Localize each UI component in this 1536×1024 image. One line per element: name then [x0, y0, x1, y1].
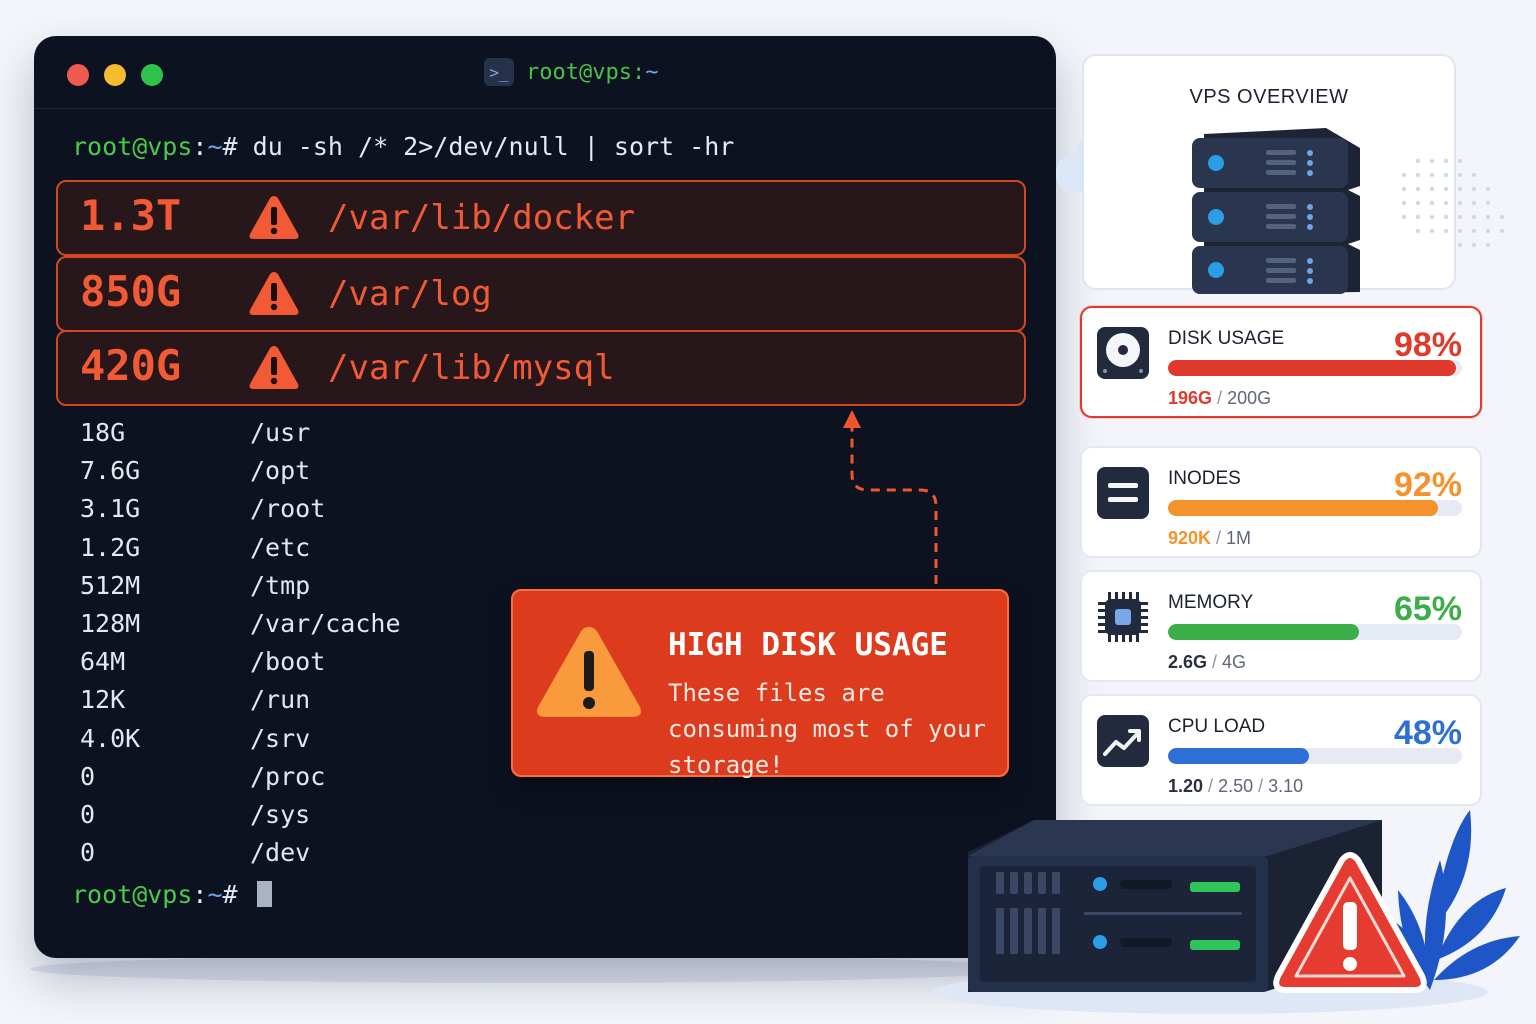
- trend-chart-icon: [1097, 715, 1149, 767]
- metric-progress-track: [1168, 748, 1462, 764]
- metric-progress-fill: [1168, 360, 1457, 376]
- directory-path: /var/lib/mysql: [328, 348, 615, 388]
- metric-value-used: 920K: [1168, 528, 1212, 548]
- terminal-titlebar: >_ root@vps:~: [34, 36, 1056, 109]
- prompt-user: root@vps: [72, 132, 193, 161]
- alert-message: These files are consuming most of your s…: [668, 679, 986, 779]
- metric-label: MEMORY: [1168, 592, 1254, 613]
- directory-size: 12K: [80, 685, 126, 715]
- maximize-window-button[interactable]: [141, 64, 163, 86]
- title-tilde: ~: [645, 59, 659, 85]
- warning-triangle-icon: [249, 346, 299, 389]
- directory-path: /proc: [250, 761, 326, 791]
- directory-size: 128M: [80, 609, 141, 638]
- directory-size: 1.3T: [80, 191, 182, 240]
- list-icon: [1097, 467, 1149, 519]
- prompt-hash: #: [222, 132, 253, 161]
- metric-value-part: 4G: [1222, 652, 1247, 672]
- directory-path: /usr: [250, 418, 311, 447]
- minimize-window-button[interactable]: [104, 64, 126, 86]
- large-directory-row: 1.3T/var/lib/docker: [56, 180, 1026, 256]
- terminal-prompt-icon: >_: [484, 58, 514, 86]
- directory-size: 1.2G: [80, 532, 141, 562]
- directory-size: 18G: [80, 418, 126, 447]
- warning-triangle-icon: [537, 627, 641, 717]
- directory-size: 3.1G: [80, 494, 141, 524]
- directory-path: /var/cache: [250, 609, 401, 638]
- metric-progress-track: [1168, 624, 1462, 640]
- metric-progress-fill: [1168, 748, 1310, 764]
- directory-size: 850G: [80, 267, 182, 316]
- metric-label: INODES: [1168, 468, 1241, 489]
- directory-path: /run: [250, 685, 311, 715]
- server-stack-icon: [1192, 128, 1360, 294]
- terminal-shadow: [30, 955, 1030, 983]
- metric-label: CPU LOAD: [1168, 716, 1266, 737]
- prompt-colon: :: [192, 132, 208, 161]
- hard-disk-icon: [1097, 327, 1149, 379]
- metric-value-part: 200G: [1227, 388, 1272, 408]
- prompt-hash: #: [222, 880, 253, 909]
- prompt-user: root@vps: [72, 880, 193, 909]
- metric-progress-track: [1168, 360, 1462, 376]
- directory-path: /dev: [250, 838, 311, 868]
- metric-card-inodes[interactable]: INODES 92% 920K / 1M: [1080, 446, 1482, 558]
- directory-path: /etc: [250, 532, 311, 562]
- prompt-colon: :: [192, 880, 208, 909]
- directory-size: 64M: [80, 647, 126, 677]
- directory-path: /var/log: [328, 274, 492, 314]
- directory-path: /sys: [250, 800, 311, 829]
- metric-values: 2.6G / 4G: [1168, 652, 1247, 672]
- metric-value-part: 1M: [1226, 528, 1252, 548]
- directory-size: 512M: [80, 570, 141, 600]
- metric-values: 196G / 200G: [1168, 388, 1272, 408]
- directory-path: /boot: [250, 647, 326, 677]
- warning-triangle-icon: [249, 196, 299, 239]
- command-line: root@vps:~# du -sh /* 2>/dev/null | sort…: [72, 132, 734, 161]
- decorative-dots: [1401, 158, 1505, 248]
- directory-path: /opt: [250, 456, 311, 486]
- overview-title: VPS OVERVIEW: [1189, 86, 1349, 108]
- directory-size: 7.6G: [80, 456, 141, 486]
- directory-path: /tmp: [250, 570, 311, 600]
- metric-progress-fill: [1168, 500, 1439, 516]
- terminal-window[interactable]: >_ root@vps:~ root@vps:~# du -sh /* 2>/d…: [34, 36, 1056, 958]
- directory-size: 0: [80, 761, 96, 791]
- command-text: du -sh /* 2>/dev/null | sort -hr: [252, 132, 735, 161]
- metric-card-disk-usage[interactable]: DISK USAGE 98% 196G / 200G: [1080, 306, 1482, 418]
- text-cursor: [256, 881, 272, 907]
- close-window-button[interactable]: [67, 64, 89, 86]
- warning-triangle-icon: [249, 272, 299, 315]
- directory-path: /root: [250, 494, 326, 524]
- metric-card-memory[interactable]: MEMORY 65% 2.6G / 4G: [1080, 570, 1482, 682]
- prompt-tilde: ~: [207, 132, 223, 161]
- metric-values: 920K / 1M: [1168, 528, 1252, 548]
- directory-size: 4.0K: [80, 723, 141, 753]
- metric-progress-fill: [1168, 624, 1360, 640]
- chip-icon: [1098, 592, 1148, 642]
- directory-size: 420G: [80, 341, 182, 390]
- terminal-title: >_ root@vps:~: [484, 58, 658, 86]
- large-directory-row: 850G/var/log: [56, 256, 1026, 332]
- title-user: root@vps:: [526, 59, 646, 85]
- alert-title: HIGH DISK USAGE: [668, 627, 948, 663]
- metric-value-used: 196G: [1168, 388, 1213, 408]
- high-disk-usage-alert: HIGH DISK USAGE These files are consumin…: [511, 589, 1009, 779]
- metric-label: DISK USAGE: [1168, 328, 1285, 349]
- active-prompt[interactable]: root@vps:~#: [72, 880, 272, 909]
- metric-value-used: 2.6G: [1168, 652, 1208, 672]
- directory-path: /srv: [250, 723, 311, 753]
- large-directory-row: 420G/var/lib/mysql: [56, 330, 1026, 406]
- server-alert-illustration: [932, 810, 1520, 1014]
- prompt-tilde: ~: [207, 880, 223, 909]
- directory-size: 0: [80, 838, 96, 868]
- directory-size: 0: [80, 800, 96, 829]
- directory-path: /var/lib/docker: [328, 198, 636, 238]
- metric-progress-track: [1168, 500, 1462, 516]
